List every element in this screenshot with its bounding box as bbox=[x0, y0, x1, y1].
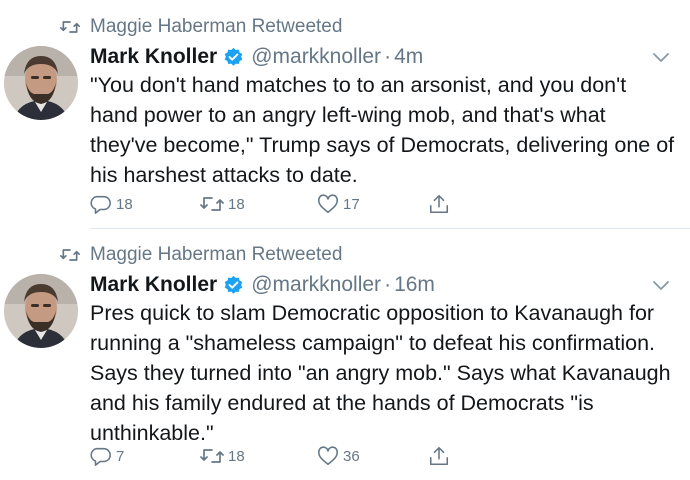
author-handle[interactable]: @markknoller bbox=[251, 273, 381, 297]
chevron-down-icon[interactable] bbox=[652, 52, 670, 64]
retweet-count: 18 bbox=[228, 195, 245, 213]
timestamp[interactable]: 16m bbox=[394, 273, 435, 297]
separator-dot: · bbox=[384, 45, 392, 68]
like-count: 36 bbox=[343, 447, 360, 465]
reply-count: 7 bbox=[116, 447, 125, 465]
verified-badge-icon bbox=[224, 275, 243, 294]
chevron-down-icon[interactable] bbox=[652, 280, 670, 292]
tweet[interactable]: Maggie Haberman Retweeted Mark Knoller @… bbox=[0, 0, 690, 228]
retweet-context: Maggie Haberman Retweeted bbox=[60, 14, 342, 40]
tweet-header: Mark Knoller @markknoller · 4m bbox=[90, 42, 423, 72]
tweet-header: Mark Knoller @markknoller · 16m bbox=[90, 270, 435, 300]
retweet-icon bbox=[200, 449, 224, 463]
reply-count: 18 bbox=[116, 195, 133, 213]
share-button[interactable] bbox=[428, 444, 450, 468]
reply-icon bbox=[90, 447, 111, 466]
reply-button[interactable]: 7 bbox=[90, 444, 124, 468]
like-count: 17 bbox=[343, 195, 360, 213]
retweet-context: Maggie Haberman Retweeted bbox=[60, 242, 342, 268]
retweet-icon bbox=[60, 21, 80, 33]
like-icon bbox=[318, 446, 338, 466]
verified-badge-icon bbox=[224, 47, 243, 66]
share-icon bbox=[429, 194, 449, 214]
tweet-actions: 18 18 17 bbox=[90, 192, 470, 216]
tweet-actions: 7 18 36 bbox=[90, 444, 470, 468]
retweet-icon bbox=[60, 249, 80, 261]
avatar[interactable] bbox=[4, 274, 78, 348]
like-button[interactable]: 36 bbox=[317, 444, 360, 468]
retweet-icon bbox=[200, 197, 224, 211]
avatar[interactable] bbox=[4, 46, 78, 120]
tweet-text: Pres quick to slam Democratic opposition… bbox=[90, 301, 671, 445]
separator-dot: · bbox=[384, 273, 392, 296]
share-icon bbox=[429, 446, 449, 466]
tweet[interactable]: Maggie Haberman Retweeted Mark Knoller @… bbox=[0, 228, 690, 480]
reply-icon bbox=[90, 195, 111, 214]
share-button[interactable] bbox=[428, 192, 450, 216]
author-name[interactable]: Mark Knoller bbox=[90, 45, 217, 69]
like-button[interactable]: 17 bbox=[317, 192, 360, 216]
reply-button[interactable]: 18 bbox=[90, 192, 133, 216]
tweet-text: "You don't hand matches to to an arsonis… bbox=[90, 73, 675, 187]
retweeted-by-label[interactable]: Maggie Haberman Retweeted bbox=[90, 16, 342, 38]
retweet-count: 18 bbox=[228, 447, 245, 465]
retweet-button[interactable]: 18 bbox=[200, 192, 245, 216]
retweeted-by-label[interactable]: Maggie Haberman Retweeted bbox=[90, 244, 342, 266]
author-name[interactable]: Mark Knoller bbox=[90, 273, 217, 297]
avatar-image bbox=[4, 46, 78, 120]
author-handle[interactable]: @markknoller bbox=[251, 45, 381, 69]
timestamp[interactable]: 4m bbox=[394, 45, 423, 69]
avatar-image bbox=[4, 274, 78, 348]
retweet-button[interactable]: 18 bbox=[200, 444, 245, 468]
like-icon bbox=[318, 194, 338, 214]
